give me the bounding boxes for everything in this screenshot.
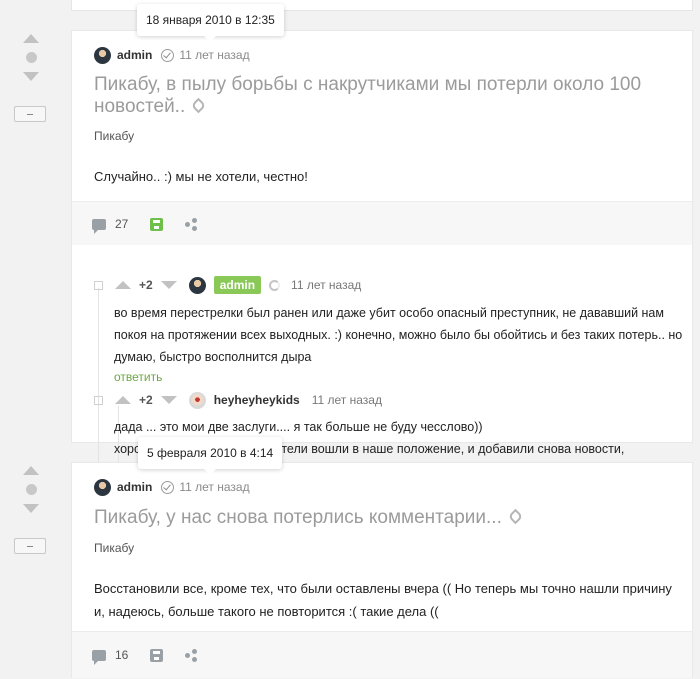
- share-icon[interactable]: [185, 649, 198, 662]
- comment-count[interactable]: 27: [115, 217, 128, 231]
- loading-icon: [269, 279, 281, 291]
- verified-check-icon: [161, 480, 175, 494]
- comment-count[interactable]: 16: [115, 648, 128, 662]
- rating-down-icon[interactable]: [160, 281, 177, 289]
- rating-up-icon[interactable]: [115, 281, 131, 289]
- save-icon[interactable]: [150, 217, 164, 231]
- comment-rating: +2: [139, 278, 153, 292]
- story-title-text[interactable]: Пикабу, в пылу борьбы с накрутчиками мы …: [94, 74, 641, 117]
- story-title-text[interactable]: Пикабу, у нас снова потерлись комментари…: [94, 507, 502, 528]
- story-time[interactable]: 11 лет назад: [179, 480, 249, 494]
- story-text: Случайно.. :) мы не хотели, честно!: [94, 169, 308, 184]
- link-icon[interactable]: [190, 97, 207, 114]
- story-title[interactable]: Пикабу, у нас снова потерлись комментари…: [94, 507, 654, 529]
- comment-thread-line[interactable]: [98, 288, 99, 462]
- comment-icon[interactable]: [92, 649, 106, 665]
- link-icon[interactable]: [507, 508, 524, 525]
- verified-check-icon: [161, 48, 175, 62]
- story-tag[interactable]: Пикабу: [94, 541, 134, 555]
- collapse-checkbox[interactable]: [94, 280, 103, 290]
- comment-text: во время перестрелки был ранен или даже …: [114, 306, 683, 364]
- date-tooltip: 18 января 2010 в 12:35: [137, 4, 284, 42]
- comment-author[interactable]: admin: [213, 276, 262, 294]
- avatar[interactable]: [94, 478, 111, 496]
- date-tooltip: 5 февраля 2010 в 4:14: [138, 437, 283, 475]
- story-rating: [14, 34, 48, 122]
- story-footer: 16: [72, 631, 692, 678]
- share-icon[interactable]: [185, 218, 198, 231]
- story-title[interactable]: Пикабу, в пылу борьбы с накрутчиками мы …: [94, 74, 654, 118]
- avatar[interactable]: [188, 391, 206, 409]
- reply-link[interactable]: ответить: [114, 370, 162, 384]
- hide-story-button[interactable]: [14, 538, 46, 554]
- story-card: admin 11 лет назад Пикабу, в пылу борьбы…: [71, 30, 693, 462]
- rating-dot-icon: [26, 484, 37, 495]
- story-rating: [14, 466, 48, 554]
- comment-header: +2 heyheyheykids 11 лет назад: [94, 391, 382, 409]
- rating-down-icon[interactable]: [23, 504, 39, 513]
- comment-icon[interactable]: [92, 218, 106, 234]
- story-header: admin 11 лет назад: [94, 477, 250, 497]
- rating-up-icon[interactable]: [23, 34, 39, 43]
- rating-down-icon[interactable]: [160, 396, 177, 404]
- comment-rating: +2: [139, 393, 153, 407]
- comment-time[interactable]: 11 лет назад: [312, 393, 382, 407]
- story-time[interactable]: 11 лет назад: [179, 48, 249, 62]
- avatar[interactable]: [188, 276, 206, 294]
- comment-author[interactable]: heyheyheykids: [214, 393, 300, 407]
- rating-up-icon[interactable]: [115, 396, 131, 404]
- rating-down-icon[interactable]: [23, 72, 39, 81]
- story-header: admin 11 лет назад: [94, 45, 250, 65]
- story-author[interactable]: admin: [117, 48, 152, 62]
- story-footer: 27: [72, 201, 692, 245]
- comments-section: +2 admin 11 лет назад во время перестрел…: [94, 276, 694, 462]
- story-card: admin 11 лет назад Пикабу, у нас снова п…: [71, 462, 693, 678]
- avatar[interactable]: [94, 46, 111, 64]
- save-icon[interactable]: [150, 648, 164, 662]
- story-tag[interactable]: Пикабу: [94, 129, 134, 143]
- collapse-checkbox[interactable]: [94, 395, 103, 405]
- story-author[interactable]: admin: [117, 480, 152, 494]
- comment-time[interactable]: 11 лет назад: [291, 278, 361, 292]
- hide-story-button[interactable]: [14, 106, 46, 122]
- rating-dot-icon: [26, 52, 37, 63]
- comment-text: дада ... это мои две заслуги.... я так б…: [114, 420, 483, 434]
- rating-up-icon[interactable]: [23, 466, 39, 475]
- comment-header: +2 admin 11 лет назад: [94, 276, 361, 294]
- story-text: Восстановили все, кроме тех, что были ос…: [94, 581, 672, 619]
